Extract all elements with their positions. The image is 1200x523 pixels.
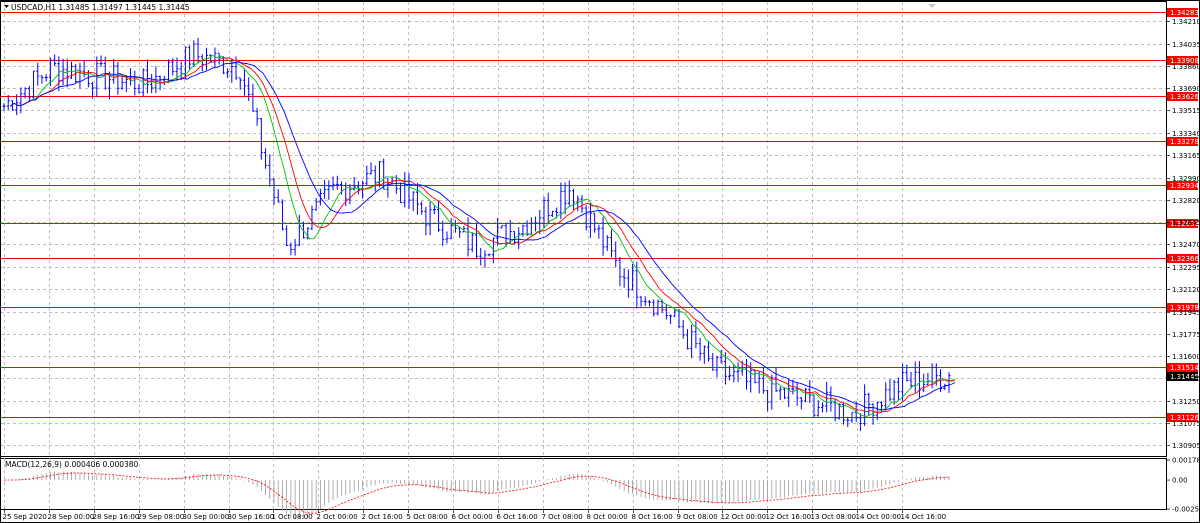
time-label: 5 Oct 08:00: [407, 513, 448, 521]
time-label: 8 Oct 00:00: [587, 513, 628, 521]
macd-tick-label: 0.001783: [1172, 457, 1200, 465]
time-label: 12 Oct 00:00: [721, 513, 767, 521]
time-label: 1 Oct 08:00: [272, 513, 313, 521]
macd-tick-label: -0.002567: [1172, 506, 1200, 514]
time-label: 13 Oct 08:00: [811, 513, 857, 521]
time-label: 29 Sep 08:00: [138, 513, 185, 521]
price-label: 1.32990: [1172, 175, 1200, 183]
time-label: 6 Oct 00:00: [452, 513, 493, 521]
level-label: 1.32934: [1170, 182, 1199, 190]
price-label: 1.31075: [1172, 420, 1200, 428]
time-label: 14 Oct 16:00: [901, 513, 947, 521]
price-label: 1.31775: [1172, 331, 1200, 339]
time-label: 30 Sep 00:00: [183, 513, 230, 521]
macd-tick-label: 0.00: [1172, 477, 1188, 485]
price-label: 1.33165: [1172, 152, 1200, 160]
time-label: 30 Sep 16:00: [228, 513, 275, 521]
time-label: 28 Sep 16:00: [93, 513, 140, 521]
time-label: 12 Oct 16:00: [766, 513, 812, 521]
price-label: 1.31945: [1172, 309, 1200, 317]
price-label: 1.32120: [1172, 286, 1200, 294]
level-label: 1.33626: [1170, 93, 1199, 101]
time-label: 6 Oct 16:00: [497, 513, 538, 521]
time-label: 7 Oct 08:00: [542, 513, 583, 521]
time-label: 2 Oct 16:00: [362, 513, 403, 521]
price-label: 1.32470: [1172, 241, 1200, 249]
price-chart[interactable]: 1.342831.339081.336261.332781.329341.326…: [0, 0, 1200, 523]
time-label: 28 Sep 00:00: [48, 513, 95, 521]
time-label: 25 Sep 2020: [3, 513, 47, 521]
time-label: 9 Oct 08:00: [677, 513, 718, 521]
price-label: 1.33340: [1172, 130, 1200, 138]
time-label: 8 Oct 16:00: [632, 513, 673, 521]
price-label: 1.33860: [1172, 63, 1200, 71]
level-label: 1.33278: [1170, 138, 1199, 146]
price-label: 1.30905: [1172, 442, 1200, 450]
price-label: 1.31600: [1172, 353, 1200, 361]
price-label: 1.33690: [1172, 85, 1200, 93]
price-label: 1.32645: [1172, 219, 1200, 227]
time-label: 2 Oct 00:00: [317, 513, 358, 521]
price-label: 1.32295: [1172, 264, 1200, 272]
level-label: 1.32366: [1170, 255, 1199, 263]
level-label: 1.31514: [1170, 364, 1199, 372]
macd-label: MACD(12,26,9) 0.000406 0.000380: [5, 460, 139, 469]
price-label: 1.31250: [1172, 398, 1200, 406]
price-label: 1.32820: [1172, 197, 1200, 205]
price-label: 1.33515: [1172, 107, 1200, 115]
chart-title: USDCAD,H1 1.31485 1.31497 1.31445 1.3144…: [11, 3, 190, 12]
level-label: 1.34283: [1170, 9, 1199, 17]
time-label: 14 Oct 00:00: [856, 513, 902, 521]
price-label: 1.34210: [1172, 18, 1200, 26]
price-label: 1.31425: [1172, 375, 1200, 383]
price-label: 1.34035: [1172, 41, 1200, 49]
